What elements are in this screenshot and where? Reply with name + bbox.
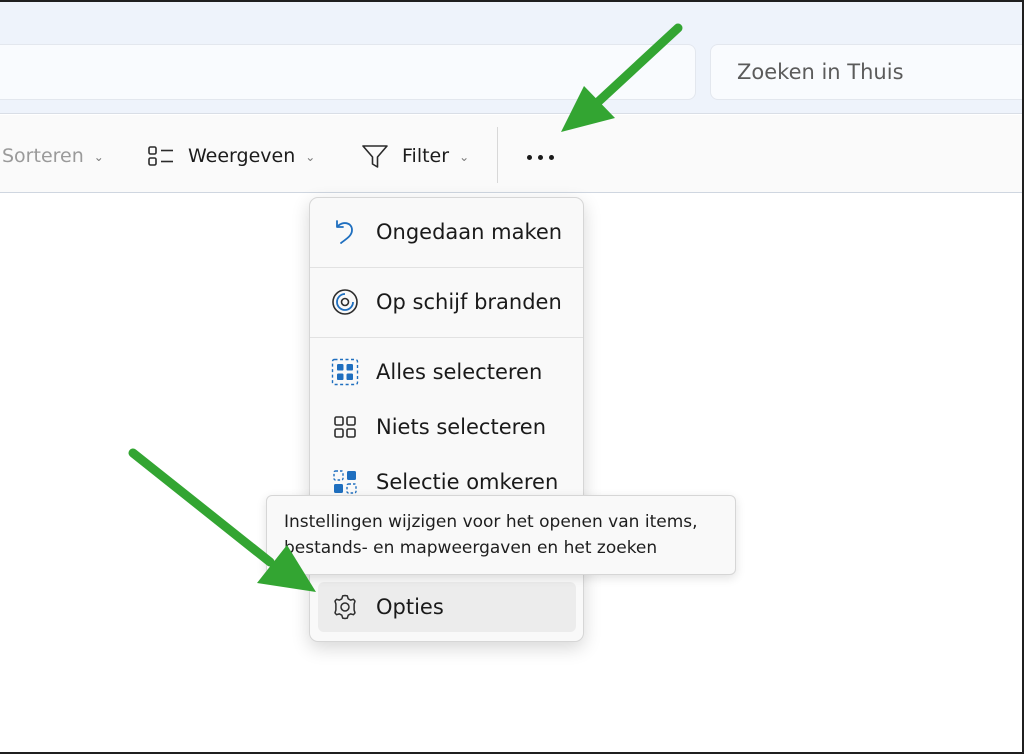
filter-button[interactable]: Filter ⌄ — [360, 141, 469, 171]
menu-item-label: Ongedaan maken — [376, 220, 563, 244]
view-list-icon — [148, 146, 173, 166]
chevron-down-icon: ⌄ — [93, 150, 104, 164]
search-placeholder: Zoeken in Thuis — [737, 60, 904, 84]
menu-item-label: Niets selecteren — [376, 415, 547, 439]
select-none-icon — [334, 416, 356, 438]
tooltip-line: Instellingen wijzigen voor het openen va… — [284, 512, 698, 532]
explorer-window: Zoeken in Thuis Sorteren ⌄ Weergeven ⌄ F… — [0, 0, 1024, 754]
options-tooltip: Instellingen wijzigen voor het openen va… — [266, 495, 736, 575]
select-all-icon — [331, 358, 359, 386]
menu-item-undo[interactable]: Ongedaan maken — [318, 207, 576, 257]
filter-label: Filter — [402, 145, 450, 167]
menu-item-label: Alles selecteren — [376, 360, 543, 384]
command-bar: Sorteren ⌄ Weergeven ⌄ Filter ⌄ — [0, 115, 1022, 193]
search-box[interactable]: Zoeken in Thuis — [710, 44, 1022, 100]
more-dot — [526, 154, 532, 160]
view-button[interactable]: Weergeven ⌄ — [146, 141, 315, 171]
menu-item-label: Op schijf branden — [376, 290, 562, 314]
tooltip-line: bestands- en mapweergaven en het zoeken — [284, 538, 658, 558]
menu-item-burn-disc[interactable]: Op schijf branden — [318, 277, 576, 327]
menu-item-label: Selectie omkeren — [376, 470, 559, 494]
see-more-menu: Ongedaan maken Op schijf branden Alles s… — [309, 197, 584, 642]
menu-item-select-none[interactable]: Niets selecteren — [318, 402, 576, 452]
title-bar: Zoeken in Thuis — [0, 2, 1022, 114]
view-label: Weergeven — [188, 145, 296, 167]
menu-divider — [310, 337, 583, 338]
see-more-button[interactable] — [516, 140, 564, 174]
menu-item-options[interactable]: Opties — [318, 582, 576, 632]
sort-label: Sorteren — [2, 145, 84, 167]
more-dot — [548, 154, 554, 160]
menu-item-select-all[interactable]: Alles selecteren — [318, 347, 576, 397]
menu-item-label: Opties — [376, 595, 444, 619]
sort-button[interactable]: Sorteren ⌄ — [2, 141, 104, 171]
undo-icon — [336, 220, 353, 244]
filter-icon — [362, 145, 388, 168]
menu-divider — [310, 267, 583, 268]
burn-disc-icon — [332, 289, 358, 315]
chevron-down-icon: ⌄ — [459, 150, 470, 164]
more-dot — [537, 154, 543, 160]
address-bar[interactable] — [0, 44, 696, 100]
chevron-down-icon: ⌄ — [305, 150, 316, 164]
gear-icon — [334, 594, 356, 620]
invert-selection-icon — [333, 470, 357, 494]
toolbar-divider — [497, 127, 498, 183]
